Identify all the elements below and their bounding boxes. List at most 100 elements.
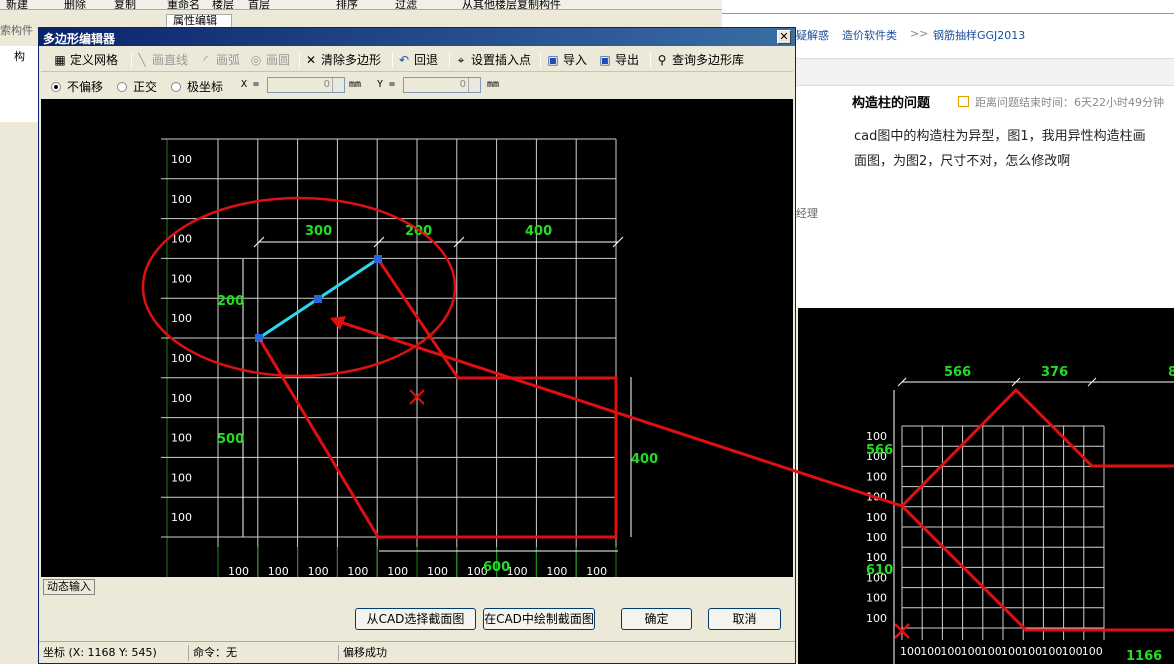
status-command: 命令：无 (191, 645, 339, 661)
breadcrumb-qa[interactable]: 疑解惑 (796, 27, 829, 43)
draw-circle-button[interactable]: ◎ 画圆 (249, 51, 290, 69)
row-label: 100 (171, 392, 192, 405)
draw-line-button[interactable]: ╲ 画直线 (135, 51, 188, 69)
clear-polygon-button[interactable]: ✕ 清除多边形 (304, 51, 381, 69)
grid-icon: ▦ (54, 53, 66, 67)
fig2-column-label: 100 (1001, 645, 1022, 658)
bg-sort-button[interactable]: 排序 (336, 0, 358, 9)
column-label: 100 (427, 565, 448, 577)
draw-in-cad-button[interactable]: 在CAD中绘制截面图 (483, 608, 595, 630)
breadcrumb-cost-software[interactable]: 造价软件类 (842, 27, 897, 43)
search-icon: ⚲ (657, 53, 667, 67)
row-label: 100 (171, 153, 192, 166)
x-unit: mm (349, 79, 362, 90)
toolbar-separator (650, 53, 651, 68)
undo-icon: ↶ (398, 53, 410, 67)
figure2-cad-image: 100 100 100 100 100 100 100 100 100 100 100 100 100 1… (798, 308, 1174, 664)
status-message: 偏移成功 (343, 646, 387, 659)
radio-no-offset-label: 不偏移 (67, 80, 104, 94)
query-polygon-library-button[interactable]: ⚲ 查询多边形库 (655, 51, 744, 69)
bg-copy-from-floor-button[interactable]: 从其他楼层复制构件 (462, 0, 561, 9)
draw-arc-button[interactable]: ◜ 画弧 (199, 51, 240, 69)
ok-button[interactable]: 确定 (621, 608, 692, 630)
column-label: 100 (228, 565, 249, 577)
column-label: 100 (387, 565, 408, 577)
cancel-button[interactable]: 取消 (708, 608, 781, 630)
radio-orthogonal-label: 正交 (133, 80, 158, 94)
row-label: 100 (171, 312, 192, 325)
define-grid-label: 定义网格 (70, 53, 119, 67)
import-icon: ▣ (547, 53, 559, 67)
question-body-line2: 面图，为图2，尺寸不对，怎么修改啊 (854, 154, 1071, 169)
export-button[interactable]: ▣ 导出 (598, 51, 639, 69)
radio-indicator (171, 82, 181, 92)
bg-property-tab[interactable]: 属性编辑 (166, 14, 232, 28)
arc-icon: ◜ (203, 53, 209, 67)
question-timer: 距离问题结束时间：6天22小时49分钟 (958, 94, 1164, 110)
toolbar-separator (131, 53, 132, 68)
fig2-row-label: 100 (866, 592, 887, 605)
breadcrumb-separator: >> (910, 27, 929, 40)
fig2-row-label: 100 (866, 470, 887, 483)
fig2-row-label: 100 (866, 491, 887, 504)
column-label: 100 (268, 565, 289, 577)
undo-label: 回退 (414, 53, 439, 67)
annotation-ellipse (141, 196, 457, 378)
clock-icon (958, 96, 969, 107)
bg-tree-root[interactable]: 构 (14, 48, 25, 64)
polygon-editor-dialog: 多边形编辑器 ✕ ▦ 定义网格 ╲ 画直线 ◜ 画弧 ◎ 画圆 ✕ 清除多边形 ↶ 回退 ⌖… (38, 27, 796, 664)
fig2-dim-bottom-1166: 1166 (1126, 649, 1162, 664)
radio-orthogonal[interactable]: 正交 (117, 78, 157, 95)
bg-filter-button[interactable]: 过滤 (395, 0, 417, 9)
select-from-cad-button[interactable]: 从CAD选择截面图 (355, 608, 476, 630)
toolbar-separator (449, 53, 450, 68)
x-coordinate-input[interactable]: 0 (267, 77, 345, 93)
radio-polar[interactable]: 极坐标 (171, 78, 223, 95)
dim-bottom-600: 600 (483, 560, 510, 575)
import-button[interactable]: ▣ 导入 (546, 51, 587, 69)
fig2-dim-left-610: 610 (866, 563, 893, 578)
circle-icon: ◎ (250, 53, 262, 67)
fig2-column-label: 100 (1041, 645, 1062, 658)
close-button[interactable]: ✕ (777, 30, 791, 44)
row-label: 100 (171, 432, 192, 445)
toolbar-separator (540, 53, 541, 68)
fig2-column-label: 100 (900, 645, 921, 658)
define-grid-button[interactable]: ▦ 定义网格 (53, 51, 118, 69)
bg-search-label: 索构件 (0, 24, 33, 37)
drawing-canvas[interactable]: 100 100 100 100 100 100 100 100 100 100 100 100 100 1… (41, 99, 793, 577)
bg-new-button[interactable]: 新建 (6, 0, 28, 9)
bg-copy-button[interactable]: 复制 (114, 0, 136, 9)
row-label: 100 (171, 272, 192, 285)
bg-rename-button[interactable]: 重命名 (167, 0, 200, 9)
bg-floor-label: 楼层 (212, 0, 234, 10)
import-label: 导入 (563, 53, 588, 67)
row-label: 100 (171, 193, 192, 206)
breadcrumb-ggj2013[interactable]: 钢筋抽样GGJ2013 (933, 27, 1025, 43)
coordinate-input-row: 不偏移 正交 极坐标 X = 0 mm Y = 0 mm (41, 75, 793, 97)
column-label: 100 (586, 565, 607, 577)
y-label: Y = (377, 79, 396, 90)
draw-line-label: 画直线 (152, 53, 189, 67)
fig2-dim-top-376: 376 (1041, 365, 1068, 380)
radio-polar-label: 极坐标 (187, 80, 224, 94)
fig2-column-label: 100 (920, 645, 941, 658)
dialog-title: 多边形编辑器 (43, 32, 116, 46)
bg-delete-button[interactable]: 删除 (64, 0, 86, 9)
undo-button[interactable]: ↶ 回退 (397, 51, 438, 69)
row-label: 100 (171, 352, 192, 365)
radio-no-offset[interactable]: 不偏移 (51, 78, 103, 95)
dim-right-400: 400 (631, 452, 658, 467)
bg-floor-select[interactable]: 首层 (248, 0, 270, 9)
radio-indicator (117, 82, 127, 92)
set-insert-point-button[interactable]: ⌖ 设置插入点 (454, 51, 531, 69)
fig2-column-label: 100 (1082, 645, 1103, 658)
column-label: 100 (308, 565, 329, 577)
editor-toolbar: ▦ 定义网格 ╲ 画直线 ◜ 画弧 ◎ 画圆 ✕ 清除多边形 ↶ 回退 ⌖ 设置插入点 ▣ 导入… (41, 48, 793, 72)
y-coordinate-input[interactable]: 0 (403, 77, 481, 93)
question-body: cad图中的构造柱为异型，图1，我用异性构造柱画 面图，为图2，尺寸不对，怎么修… (854, 124, 1174, 174)
bg-component-tree: 构 (0, 46, 40, 122)
dynamic-input-toggle[interactable]: 动态输入 (43, 579, 95, 595)
question-body-line1: cad图中的构造柱为异型，图1，我用异性构造柱画 (854, 129, 1146, 144)
user-rank-label: 经理 (796, 207, 818, 220)
